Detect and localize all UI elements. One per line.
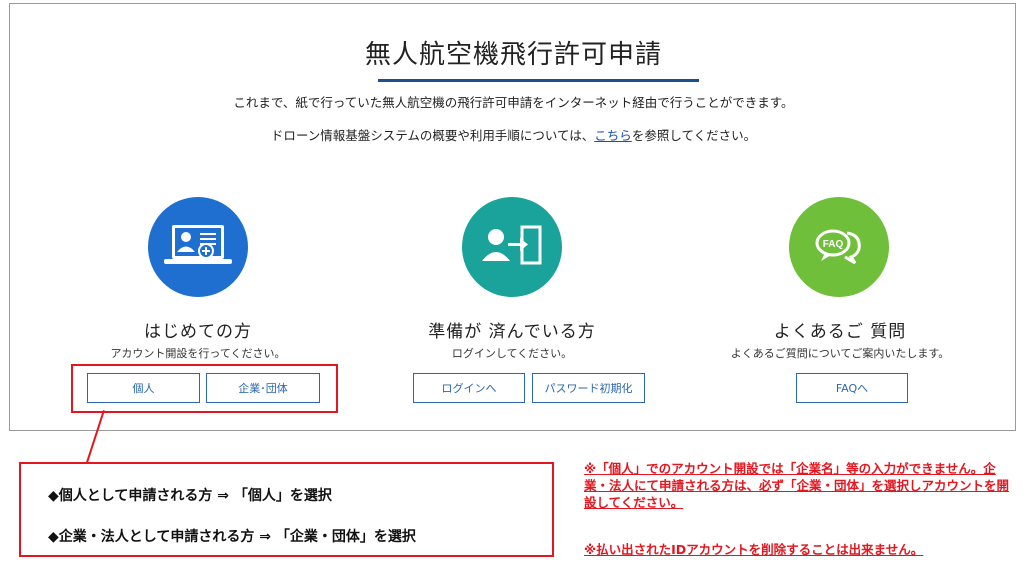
faq-button[interactable]: FAQへ [796,373,908,403]
user-login-door-icon [462,197,562,297]
guide-corporate: ◆企業・法人として申請される方 ⇒ 「企業・団体」を選択 [48,529,416,545]
faq-heading: よくあるご 質問 [773,322,907,342]
overview-link[interactable]: こちら [594,128,632,143]
faq-speech-bubble-icon: FAQ [789,197,889,297]
login-button[interactable]: ログインへ [413,373,525,403]
ready-heading: 準備が 済んでいる方 [428,322,596,342]
guide-individual: ◆個人として申請される方 ⇒ 「個人」を選択 [48,488,332,504]
page-title: 無人航空機飛行許可申請 [364,40,662,70]
title-underline [378,79,699,82]
computer-user-add-icon [148,197,248,297]
faq-sub: よくあるご質問についてご案内いたします。 [730,347,950,360]
notice-no-delete: ※払い出されたIDアカウントを削除することは出来ません。 [584,542,924,557]
lead-text-2: ドローン情報基盤システムの概要や利用手順については、こちらを参照してください。 [270,128,757,143]
password-reset-button[interactable]: パスワード初期化 [532,373,645,403]
lead-text-1: これまで、紙で行っていた無人航空機の飛行許可申請をインターネット経由で行うことが… [233,95,794,110]
ready-sub: ログインしてください。 [451,347,573,360]
first-time-heading: はじめての方 [144,322,252,342]
highlight-box [71,364,338,413]
notice-account-type: ※「個人」でのアカウント開設では「企業名」等の入力ができません。企業・法人にて申… [584,461,1010,510]
first-time-sub: アカウント開設を行ってください。 [110,347,286,360]
faq-icon-text: FAQ [823,239,844,250]
